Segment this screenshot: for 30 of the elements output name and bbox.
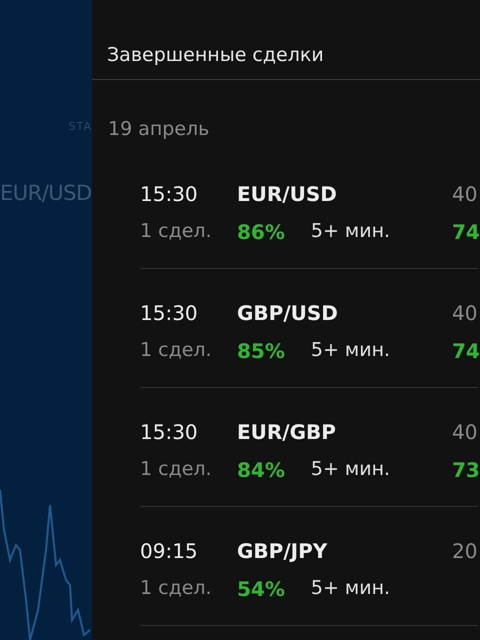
trade-result: 73 bbox=[452, 458, 478, 482]
trade-count: 1 сдел. bbox=[140, 458, 213, 482]
trade-amount: 40 bbox=[452, 420, 478, 444]
trade-percent: 84% bbox=[237, 458, 285, 482]
trade-duration: 5+ мин. bbox=[310, 577, 390, 601]
trade-duration: 5+ мин. bbox=[310, 220, 390, 244]
trade-pair: EUR/GBP bbox=[237, 420, 337, 444]
trade-count: 1 сдел. bbox=[140, 220, 213, 244]
trade-percent: 85% bbox=[237, 339, 285, 363]
background-pair: EUR/USD bbox=[0, 181, 92, 205]
trade-percent: 54% bbox=[237, 577, 285, 601]
trade-result: 74 bbox=[452, 339, 478, 363]
panel-title: Завершенные сделки bbox=[92, 0, 480, 80]
trade-time: 15:30 bbox=[140, 182, 199, 206]
trade-time: 09:15 bbox=[140, 539, 199, 563]
trade-pair: EUR/USD bbox=[237, 182, 338, 206]
trade-duration: 5+ мин. bbox=[310, 458, 390, 482]
trade-percent: 86% bbox=[237, 220, 285, 244]
trade-duration: 5+ мин. bbox=[310, 339, 390, 363]
trade-count: 1 сдел. bbox=[140, 577, 213, 601]
trade-pair: GBP/JPY bbox=[237, 539, 328, 563]
trade-pair: GBP/USD bbox=[237, 301, 339, 325]
trade-time: 15:30 bbox=[140, 301, 199, 325]
trade-result: 74 bbox=[452, 220, 478, 244]
trade-time: 15:30 bbox=[140, 420, 199, 444]
trade-count: 1 сдел. bbox=[140, 339, 213, 363]
trade-amount: 20 bbox=[452, 539, 478, 563]
trade-amount: 40 bbox=[452, 182, 478, 206]
trade-amount: 40 bbox=[452, 301, 478, 325]
date-heading: 19 апрель bbox=[107, 117, 210, 142]
